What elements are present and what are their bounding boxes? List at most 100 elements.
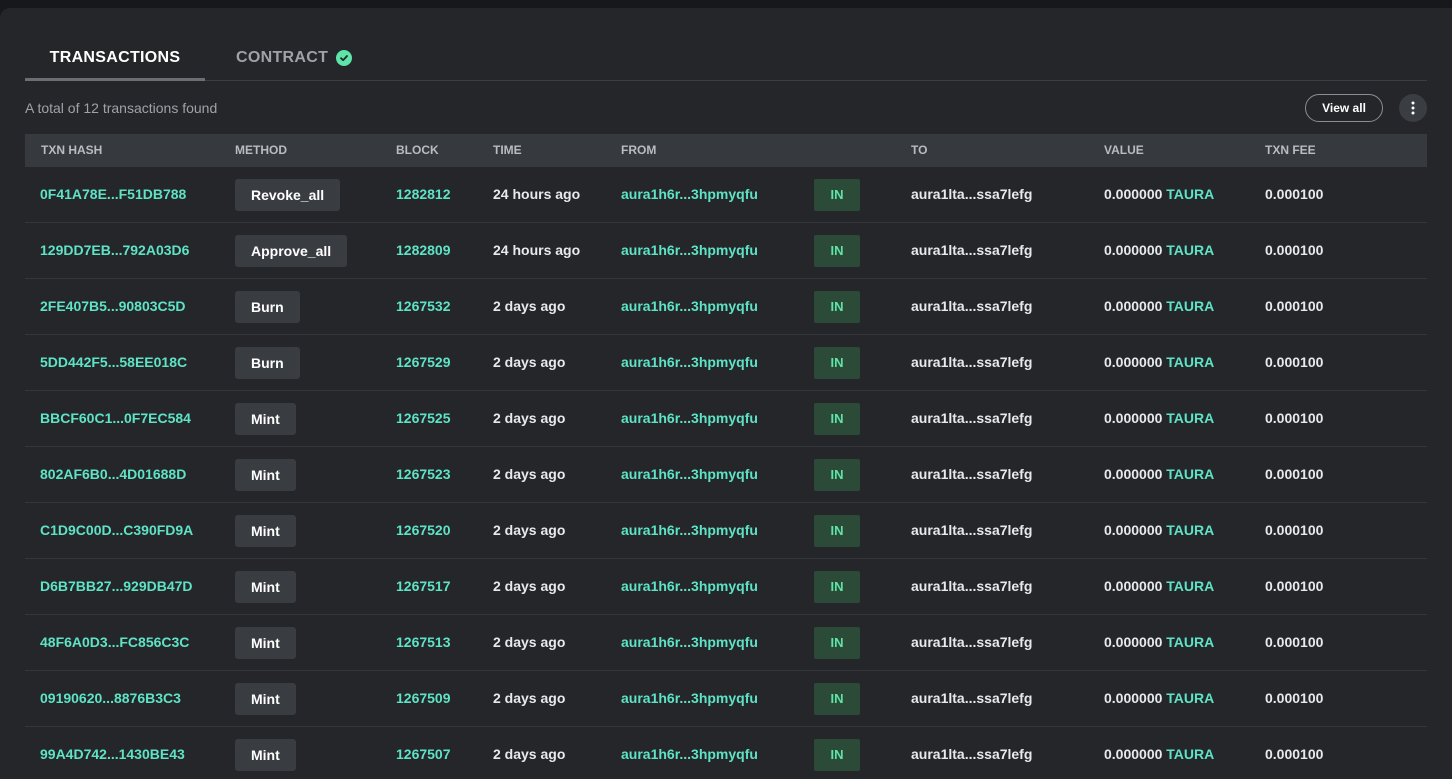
from-address-link[interactable]: aura1h6r...3hpmyqfu [621, 522, 758, 538]
from-address-link[interactable]: aura1h6r...3hpmyqfu [621, 186, 758, 202]
to-address-link[interactable]: aura1lta...ssa7lefg [911, 466, 1032, 482]
from-address-link[interactable]: aura1h6r...3hpmyqfu [621, 634, 758, 650]
txn-fee: 0.000100 [1265, 746, 1324, 762]
txn-hash-link[interactable]: D6B7BB27...929DB47D [40, 578, 193, 594]
to-address-link[interactable]: aura1lta...ssa7lefg [911, 746, 1032, 762]
tab-transactions-label: TRANSACTIONS [49, 49, 181, 66]
method-badge: Mint [235, 403, 296, 435]
value-amount: 0.000000 [1104, 242, 1163, 258]
block-link[interactable]: 1267525 [396, 410, 451, 426]
to-address-link[interactable]: aura1lta...ssa7lefg [911, 522, 1032, 538]
txn-hash-link[interactable]: 0F41A78E...F51DB788 [40, 186, 186, 202]
txn-hash-link[interactable]: 48F6A0D3...FC856C3C [40, 634, 189, 650]
txn-hash-link[interactable]: 09190620...8876B3C3 [40, 690, 181, 706]
txn-time: 2 days ago [493, 578, 566, 594]
tab-contract[interactable]: CONTRACT [236, 36, 353, 80]
value-denom: TAURA [1166, 410, 1215, 426]
value-denom: TAURA [1166, 354, 1215, 370]
block-link[interactable]: 1267509 [396, 690, 451, 706]
value-denom: TAURA [1166, 746, 1215, 762]
value-amount: 0.000000 [1104, 634, 1163, 650]
block-link[interactable]: 1267523 [396, 466, 451, 482]
from-address-link[interactable]: aura1h6r...3hpmyqfu [621, 242, 758, 258]
table-row: C1D9C00D...C390FD9A Mint 1267520 2 days … [25, 503, 1427, 559]
transactions-table: TXN HASH METHOD BLOCK TIME FROM TO VALUE… [25, 134, 1427, 779]
value-amount: 0.000000 [1104, 466, 1163, 482]
from-address-link[interactable]: aura1h6r...3hpmyqfu [621, 410, 758, 426]
to-address-link[interactable]: aura1lta...ssa7lefg [911, 242, 1032, 258]
value-amount: 0.000000 [1104, 522, 1163, 538]
txn-value: 0.000000 TAURA [1104, 354, 1214, 370]
method-badge: Mint [235, 739, 296, 771]
value-denom: TAURA [1166, 578, 1215, 594]
direction-badge: IN [814, 627, 860, 659]
block-link[interactable]: 1282812 [396, 186, 451, 202]
table-row: BBCF60C1...0F7EC584 Mint 1267525 2 days … [25, 391, 1427, 447]
view-all-button[interactable]: View all [1305, 94, 1383, 122]
txn-hash-link[interactable]: 129DD7EB...792A03D6 [40, 242, 189, 258]
to-address-link[interactable]: aura1lta...ssa7lefg [911, 690, 1032, 706]
from-address-link[interactable]: aura1h6r...3hpmyqfu [621, 466, 758, 482]
from-address-link[interactable]: aura1h6r...3hpmyqfu [621, 354, 758, 370]
tab-transactions[interactable]: TRANSACTIONS [25, 36, 205, 81]
table-row: 802AF6B0...4D01688D Mint 1267523 2 days … [25, 447, 1427, 503]
block-link[interactable]: 1267517 [396, 578, 451, 594]
vertical-dots-icon [1411, 101, 1415, 115]
method-badge: Mint [235, 683, 296, 715]
txn-value: 0.000000 TAURA [1104, 242, 1214, 258]
txn-value: 0.000000 TAURA [1104, 634, 1214, 650]
value-amount: 0.000000 [1104, 354, 1163, 370]
value-amount: 0.000000 [1104, 410, 1163, 426]
value-amount: 0.000000 [1104, 298, 1163, 314]
block-link[interactable]: 1267513 [396, 634, 451, 650]
from-address-link[interactable]: aura1h6r...3hpmyqfu [621, 298, 758, 314]
to-address-link[interactable]: aura1lta...ssa7lefg [911, 298, 1032, 314]
to-address-link[interactable]: aura1lta...ssa7lefg [911, 410, 1032, 426]
from-address-link[interactable]: aura1h6r...3hpmyqfu [621, 746, 758, 762]
value-amount: 0.000000 [1104, 186, 1163, 202]
txn-time: 2 days ago [493, 298, 566, 314]
more-options-button[interactable] [1399, 94, 1427, 122]
method-badge: Mint [235, 459, 296, 491]
txn-time: 2 days ago [493, 410, 566, 426]
direction-badge: IN [814, 683, 860, 715]
method-badge: Burn [235, 347, 300, 379]
direction-badge: IN [814, 515, 860, 547]
block-link[interactable]: 1267529 [396, 354, 451, 370]
column-header-method: METHOD [235, 143, 287, 157]
direction-badge: IN [814, 571, 860, 603]
direction-badge: IN [814, 403, 860, 435]
txn-fee: 0.000100 [1265, 634, 1324, 650]
block-link[interactable]: 1267507 [396, 746, 451, 762]
txn-hash-link[interactable]: 2FE407B5...90803C5D [40, 298, 186, 314]
block-link[interactable]: 1282809 [396, 242, 451, 258]
to-address-link[interactable]: aura1lta...ssa7lefg [911, 354, 1032, 370]
txn-time: 24 hours ago [493, 186, 581, 202]
from-address-link[interactable]: aura1h6r...3hpmyqfu [621, 690, 758, 706]
txn-fee: 0.000100 [1265, 298, 1324, 314]
to-address-link[interactable]: aura1lta...ssa7lefg [911, 634, 1032, 650]
txn-time: 2 days ago [493, 690, 566, 706]
txn-hash-link[interactable]: BBCF60C1...0F7EC584 [40, 410, 191, 426]
txn-fee: 0.000100 [1265, 242, 1324, 258]
value-amount: 0.000000 [1104, 690, 1163, 706]
txn-hash-link[interactable]: 5DD442F5...58EE018C [40, 354, 187, 370]
txn-time: 2 days ago [493, 354, 566, 370]
txn-hash-link[interactable]: C1D9C00D...C390FD9A [40, 522, 193, 538]
txn-hash-link[interactable]: 802AF6B0...4D01688D [40, 466, 186, 482]
block-link[interactable]: 1267532 [396, 298, 451, 314]
to-address-link[interactable]: aura1lta...ssa7lefg [911, 186, 1032, 202]
verified-check-icon [336, 50, 353, 66]
active-tab-underline [25, 78, 205, 81]
txn-hash-link[interactable]: 99A4D742...1430BE43 [40, 746, 185, 762]
txn-time: 2 days ago [493, 466, 566, 482]
to-address-link[interactable]: aura1lta...ssa7lefg [911, 578, 1032, 594]
txn-fee: 0.000100 [1265, 466, 1324, 482]
from-address-link[interactable]: aura1h6r...3hpmyqfu [621, 578, 758, 594]
tab-bar: TRANSACTIONS CONTRACT [25, 36, 1427, 81]
table-row: 99A4D742...1430BE43 Mint 1267507 2 days … [25, 727, 1427, 779]
txn-value: 0.000000 TAURA [1104, 466, 1214, 482]
block-link[interactable]: 1267520 [396, 522, 451, 538]
txn-value: 0.000000 TAURA [1104, 186, 1214, 202]
value-amount: 0.000000 [1104, 746, 1163, 762]
